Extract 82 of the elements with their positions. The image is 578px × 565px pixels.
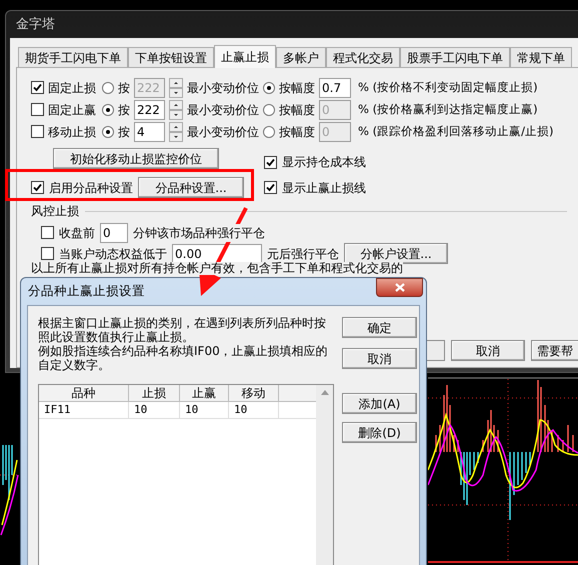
radio-button[interactable] [102,82,114,94]
checkbox[interactable] [31,125,44,138]
spinner-icon[interactable] [169,122,183,142]
hint-text: % (按价格不利变动固定幅度止损) [358,78,538,96]
checkbox[interactable] [41,226,54,239]
signal-line [1,460,18,526]
checkbox-label: 固定止赢 [48,102,97,118]
group-title: 风控止损 [31,203,79,220]
unit-label: 最小变动价位 [187,80,259,96]
checkbox-label: 当账户动态权益低于 [59,246,167,262]
radio-button[interactable] [263,104,275,116]
per-symbol-settings-button[interactable]: 分品种设置... [138,177,244,198]
checkbox-label: 显示持仓成本线 [282,154,366,171]
init-monitor-button[interactable]: 初始化移动止损监控价位 [53,148,219,169]
table-cell: IF11 [39,402,129,418]
tab[interactable]: 常规下单 [510,47,572,67]
suffix-label: 元后强行平仓 [267,246,339,262]
tab[interactable]: 止赢止损 [214,45,276,68]
checkbox[interactable] [264,156,277,168]
checkbox[interactable] [31,181,44,194]
number-field[interactable]: 0 [100,222,128,242]
checkbox[interactable] [31,81,44,94]
close-button[interactable] [376,278,423,297]
negative-bars [460,451,531,521]
radio-button[interactable] [102,104,114,116]
radio-label: 按幅度 [279,102,315,118]
tab[interactable]: 下单按钮设置 [128,47,214,67]
column-header[interactable]: 移动 [229,385,279,402]
column-header[interactable]: 止损 [129,385,180,402]
tab[interactable]: 期货手工闪电下单 [18,47,128,67]
checkbox-label: 移动止损 [48,124,97,140]
number-field[interactable]: 4 [134,122,165,142]
number-field[interactable]: 0.7 [319,78,351,98]
suffix-label: 分钟该市场品种强行平仓 [133,224,265,242]
hint-text: % (跟踪价格盈利回落移动止赢/止损) [358,122,554,140]
description-text: 根据主窗口止赢止损的类别，在遇到列表所列品种时按照此设置数值执行止赢止损。 [38,316,327,344]
window-button[interactable]: 取消 [451,340,525,361]
table-cell: 10 [180,402,229,418]
histogram-bars [2,445,13,501]
table-cell: 10 [129,402,180,418]
radio-button[interactable] [263,82,275,94]
radio-button[interactable] [263,126,275,138]
description-text: 例如股指连续合约品种名称填IF00，止赢止损填相应的自定义数字。 [38,344,329,372]
scrollbar[interactable] [316,385,333,565]
dialog-title: 分品种止赢止损设置 [28,282,145,300]
radio-label: 按 [118,124,130,140]
dialog-button[interactable]: 确定 [342,317,417,338]
checkbox-label: 固定止损 [48,80,97,96]
tab[interactable]: 多帐户 [276,47,326,67]
footnote-text: 以上所有止赢止损对所有持仓帐户有效，包含手工下单和程式化交易的 [31,262,403,275]
header-filler [279,385,316,402]
radio-label: 按幅度 [279,124,315,140]
dialog-button[interactable]: 取消 [342,348,417,369]
unit-label: 最小变动价位 [187,102,259,118]
radio-label: 按 [118,80,130,96]
dialog-button[interactable]: 添加(A) [342,393,417,414]
spinner-icon[interactable] [169,78,183,98]
checkbox-label: 收盘前 [59,224,95,242]
table-cell: 10 [229,402,279,418]
radio-label: 按 [118,102,130,118]
radio-button[interactable] [102,126,114,138]
up-arrow-icon [320,390,328,395]
hint-text: % (按价格赢利到达指定幅度止赢) [358,100,538,118]
checkbox-label: 显示止赢止损线 [282,180,366,196]
column-header[interactable]: 止赢 [180,385,229,402]
average-line [0,474,19,536]
checkbox[interactable] [264,181,277,194]
number-field[interactable]: 0.00 [172,244,262,264]
close-icon [394,283,404,292]
spinner-icon[interactable] [169,100,183,120]
unit-label: 最小变动价位 [187,124,259,140]
dialog-button[interactable]: 删除(D) [342,422,417,443]
tab[interactable]: 程式化交易 [326,47,400,67]
window-title: 金字塔 [16,16,55,34]
number-field[interactable]: 222 [134,100,165,120]
column-header[interactable]: 品种 [39,385,129,402]
checkbox-label: 启用分品种设置 [49,180,133,196]
checkbox[interactable] [31,103,44,116]
checkbox[interactable] [41,247,54,260]
window-button[interactable]: 需要帮 [531,340,578,361]
radio-label: 按幅度 [279,80,315,96]
tab[interactable]: 股票手工闪电下单 [400,47,510,67]
